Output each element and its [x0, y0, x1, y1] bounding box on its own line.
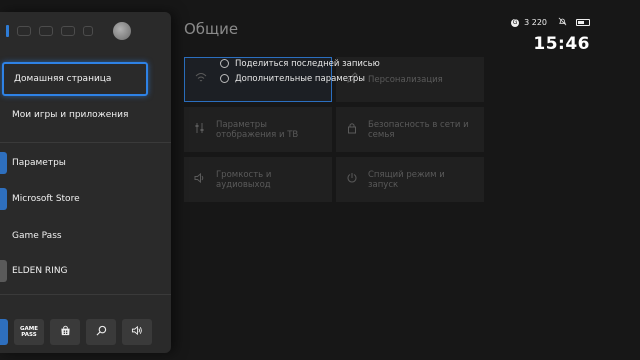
tile-volume-audio[interactable]: Громкость и аудиовыход — [184, 157, 332, 202]
gamerscore-value: 3 220 — [524, 18, 547, 27]
menu-elden-ring[interactable]: ELDEN RING — [0, 256, 166, 286]
tile-display-tv[interactable]: Параметры отображения и ТВ — [184, 107, 332, 152]
search-button[interactable] — [86, 319, 116, 345]
store-thumbnail — [0, 188, 7, 210]
guide-panel: Домашняя страница Мои игры и приложения … — [0, 12, 171, 353]
elden-ring-thumbnail — [0, 260, 7, 282]
menu-label: Домашняя страница — [14, 74, 112, 84]
menu-game-pass[interactable]: Game Pass — [0, 221, 166, 251]
display-icon — [194, 122, 206, 137]
tile-label: Параметры отображения и ТВ — [216, 119, 299, 140]
settings-thumbnail — [0, 152, 7, 174]
menu-label: ELDEN RING — [12, 266, 68, 276]
tile-label: Безопасность в сети и семья — [368, 119, 469, 140]
battery-icon — [576, 19, 590, 26]
avatar[interactable] — [113, 22, 131, 40]
party-tab-icon[interactable] — [39, 26, 53, 36]
guide-tabs — [0, 20, 171, 42]
store-button[interactable] — [50, 319, 80, 345]
lock-icon — [346, 122, 358, 137]
search-icon — [96, 325, 107, 339]
controller-tab-icon[interactable] — [61, 26, 75, 36]
tile-power-startup[interactable]: Спящий режим и запуск — [336, 157, 484, 202]
share-icon — [220, 59, 229, 68]
network-icon — [195, 72, 207, 87]
volume-icon — [131, 325, 143, 339]
volume-button[interactable] — [122, 319, 152, 345]
menu-label: Game Pass — [12, 231, 62, 241]
power-icon — [346, 172, 358, 187]
gamerscore-icon: G — [511, 18, 520, 27]
page-title: Общие — [184, 20, 239, 38]
menu-label: Microsoft Store — [12, 194, 80, 204]
xbox-tab-indicator[interactable] — [6, 25, 9, 37]
tile-label: Громкость и аудиовыход — [216, 169, 272, 190]
divider — [0, 142, 171, 143]
status-bar: G 3 220 — [511, 17, 590, 28]
option-label: Поделиться последней записью — [235, 58, 380, 69]
share-last-capture-option[interactable]: Поделиться последней записью — [220, 56, 380, 71]
menu-settings[interactable]: Параметры — [0, 148, 166, 178]
menu-home[interactable]: Домашняя страница — [2, 62, 148, 96]
store-icon — [60, 325, 71, 339]
tile-online-safety[interactable]: Безопасность в сети и семья — [336, 107, 484, 152]
tile-label: Спящий режим и запуск — [368, 169, 445, 190]
game-pass-button[interactable]: GAME PASS — [14, 319, 44, 345]
menu-microsoft-store[interactable]: Microsoft Store — [0, 184, 166, 214]
more-options-option[interactable]: Дополнительные параметры — [220, 71, 380, 86]
notifications-off-icon — [558, 17, 567, 28]
menu-my-games-apps[interactable]: Мои игры и приложения — [0, 100, 166, 130]
menu-label: Мои игры и приложения — [12, 110, 129, 120]
guide-bottom-bar: GAME PASS — [0, 317, 152, 347]
options-icon — [220, 74, 229, 83]
people-tab-icon[interactable] — [17, 26, 31, 36]
divider — [0, 294, 171, 295]
option-label: Дополнительные параметры — [235, 73, 366, 84]
gamepass-icon: GAME PASS — [19, 326, 38, 338]
context-menu: Поделиться последней записью Дополнитель… — [220, 56, 380, 86]
capture-tab-icon[interactable] — [83, 26, 93, 36]
clock: 15:46 — [533, 34, 590, 54]
edge-button[interactable] — [0, 319, 8, 345]
volume-icon — [194, 172, 206, 187]
menu-label: Параметры — [12, 158, 66, 168]
